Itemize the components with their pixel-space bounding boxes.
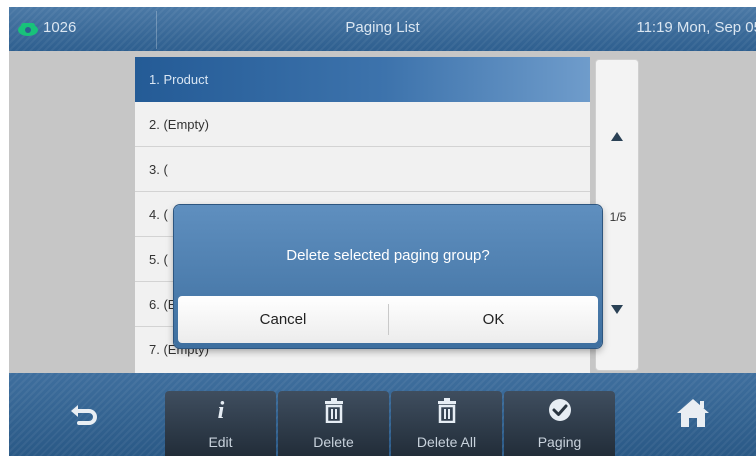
svg-text:i: i xyxy=(218,398,225,423)
status-bar: 1026 Paging List 11:19 Mon, Sep 05 xyxy=(9,7,756,51)
list-item-label: 5. ( xyxy=(149,252,168,267)
confirm-dialog: Delete selected paging group? Cancel OK xyxy=(174,205,602,348)
list-item-2[interactable]: 2. (Empty) xyxy=(135,102,590,147)
trash-icon xyxy=(438,398,456,423)
paging-label: Paging xyxy=(537,434,582,450)
bottom-bar: i Edit Delete Delete All Paging xyxy=(9,373,756,456)
page-up-icon[interactable] xyxy=(611,132,623,141)
info-icon: i xyxy=(218,398,225,423)
dialog-message: Delete selected paging group? xyxy=(286,247,490,264)
delete-all-button[interactable]: Delete All xyxy=(391,391,502,456)
list-item-label: 4. ( xyxy=(149,207,168,222)
delete-button[interactable]: Delete xyxy=(278,391,389,456)
content-area: 1. Product 2. (Empty) 3. ( 4. ( 5. ( 6. … xyxy=(9,51,756,373)
list-item-3[interactable]: 3. ( xyxy=(135,147,590,192)
edit-label: Edit xyxy=(208,434,233,450)
check-circle-icon xyxy=(549,399,571,421)
dialog-buttons: Cancel OK xyxy=(178,296,598,343)
home-icon[interactable] xyxy=(673,393,713,433)
list-item-label: 1. Product xyxy=(149,72,209,87)
softkey-bar: i Edit Delete Delete All Paging xyxy=(165,391,616,456)
back-arrow-icon[interactable] xyxy=(65,393,105,433)
edit-button[interactable]: i Edit xyxy=(165,391,276,456)
delete-label: Delete xyxy=(313,434,354,450)
cancel-button[interactable]: Cancel xyxy=(178,296,388,343)
paging-button[interactable]: Paging xyxy=(504,391,615,456)
list-item-label: 3. ( xyxy=(149,162,168,177)
list-item-1[interactable]: 1. Product xyxy=(135,57,590,102)
delete-all-label: Delete All xyxy=(416,434,477,450)
list-item-label: 2. (Empty) xyxy=(149,117,209,132)
phone-screen: 1026 Paging List 11:19 Mon, Sep 05 1. Pr… xyxy=(9,7,756,456)
clock: 11:19 Mon, Sep 05 xyxy=(636,19,756,36)
ok-button[interactable]: OK xyxy=(389,296,598,343)
page-down-icon[interactable] xyxy=(611,305,623,314)
trash-icon xyxy=(325,398,343,423)
page-indicator: 1/5 xyxy=(609,210,627,224)
